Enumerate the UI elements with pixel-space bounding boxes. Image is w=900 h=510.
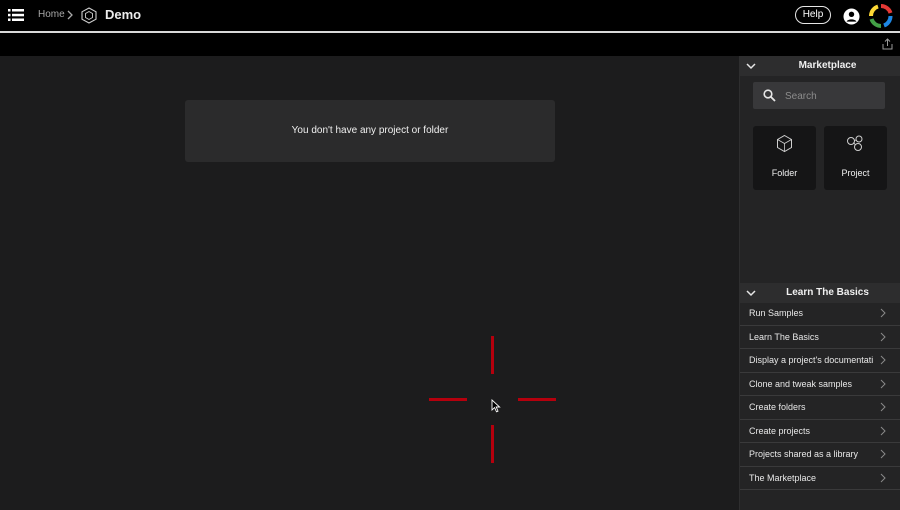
toolbar xyxy=(0,33,900,56)
basics-header[interactable]: Learn The Basics xyxy=(740,283,900,303)
folder-cube-icon xyxy=(777,134,792,153)
menu-icon[interactable] xyxy=(8,8,24,22)
marketplace-header[interactable]: Marketplace xyxy=(740,56,900,76)
basics-item-learn-the-basics[interactable]: Learn The Basics xyxy=(740,326,900,349)
project-tile-label: Project xyxy=(841,168,870,178)
crosshair-right xyxy=(518,398,556,401)
empty-state-card: You don't have any project or folder xyxy=(185,100,555,162)
basics-item-label: Create projects xyxy=(749,425,811,436)
folder-tile[interactable]: Folder xyxy=(753,126,816,190)
chevron-right-icon xyxy=(880,355,886,365)
basics-item-label: Display a project's documentati xyxy=(749,355,873,365)
search-input[interactable] xyxy=(783,87,881,105)
basics-item-run-samples[interactable]: Run Samples xyxy=(740,302,900,326)
basics-item-label: Create folders xyxy=(749,402,806,412)
export-icon[interactable] xyxy=(882,38,893,50)
help-button[interactable]: Help xyxy=(795,6,831,24)
chevron-right-icon xyxy=(880,449,886,459)
crosshair-top xyxy=(491,336,494,374)
basics-item-create-projects[interactable]: Create projects xyxy=(740,420,900,443)
search-box[interactable] xyxy=(753,82,885,109)
basics-item-clone-samples[interactable]: Clone and tweak samples xyxy=(740,373,900,396)
main-workspace: You don't have any project or folder xyxy=(0,56,739,510)
mouse-cursor-icon xyxy=(491,399,501,413)
project-nodes-icon xyxy=(847,135,863,151)
basics-item-documentation[interactable]: Display a project's documentati xyxy=(740,349,900,373)
marketplace-title: Marketplace xyxy=(798,60,857,71)
user-icon[interactable] xyxy=(843,8,860,25)
folder-tile-label: Folder xyxy=(771,168,798,178)
basics-item-shared-library[interactable]: Projects shared as a library xyxy=(740,443,900,467)
chevron-right-icon xyxy=(880,332,886,341)
basics-item-label: Clone and tweak samples xyxy=(749,378,853,389)
top-bar: Home Demo Help xyxy=(0,0,900,33)
basics-title: Learn The Basics xyxy=(786,287,869,298)
breadcrumb-home[interactable]: Home xyxy=(38,9,65,20)
chevron-right-icon xyxy=(880,473,886,482)
page-title: Demo xyxy=(105,7,142,22)
crosshair-left xyxy=(429,398,467,401)
basics-item-label: Learn The Basics xyxy=(749,331,819,342)
chevron-right-icon xyxy=(880,379,886,388)
chevron-right-icon xyxy=(67,10,73,20)
right-panel: Marketplace Folder Project Learn The Bas… xyxy=(739,56,900,510)
crosshair-bottom xyxy=(491,425,494,463)
basics-item-create-folders[interactable]: Create folders xyxy=(740,396,900,420)
basics-item-marketplace[interactable]: The Marketplace xyxy=(740,467,900,490)
basics-item-label: Run Samples xyxy=(749,308,804,318)
cube-icon xyxy=(81,7,97,24)
search-icon xyxy=(763,89,776,102)
basics-item-label: Projects shared as a library xyxy=(749,449,859,459)
chevron-right-icon xyxy=(880,426,886,435)
basics-item-label: The Marketplace xyxy=(749,472,817,483)
project-tile[interactable]: Project xyxy=(824,126,887,190)
chevron-right-icon xyxy=(880,402,886,412)
brand-logo[interactable] xyxy=(869,4,893,28)
basics-list: Run Samples Learn The Basics Display a p… xyxy=(740,302,900,490)
chevron-right-icon xyxy=(880,308,886,318)
